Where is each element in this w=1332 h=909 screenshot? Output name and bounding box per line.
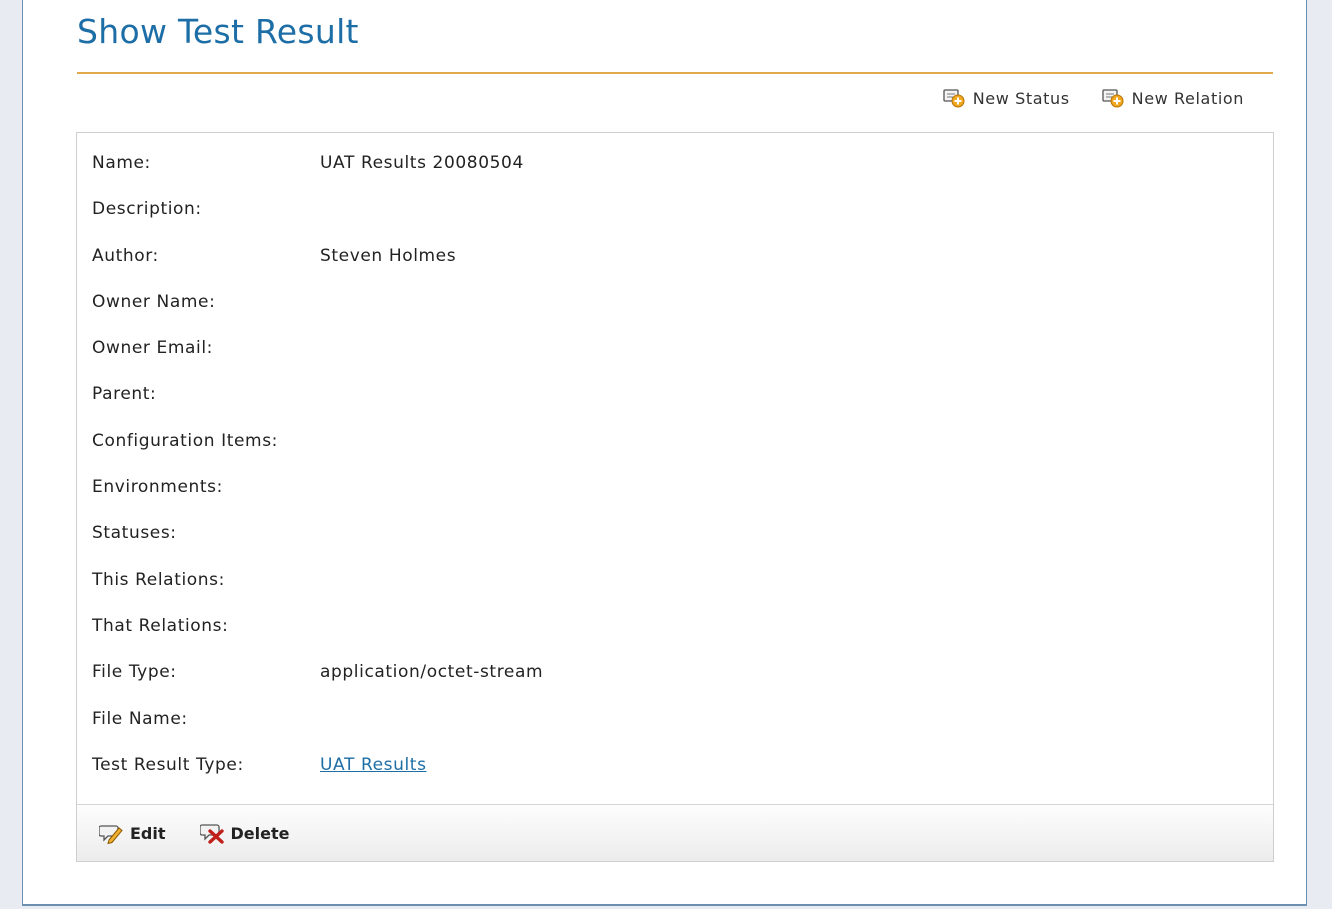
field-row-owner-name: Owner Name:: [92, 292, 1258, 338]
field-row-parent: Parent:: [92, 384, 1258, 430]
field-label: File Type:: [92, 662, 177, 683]
field-label: Statuses:: [92, 523, 177, 544]
field-row-author: Author: Steven Holmes: [92, 246, 1258, 292]
edit-button[interactable]: Edit: [99, 822, 166, 844]
field-row-this-relations: This Relations:: [92, 570, 1258, 616]
field-row-file-name: File Name:: [92, 709, 1258, 755]
edit-icon: [99, 822, 125, 844]
new-item-icon: [1102, 88, 1124, 108]
panel-footer: Edit Delete: [77, 804, 1273, 861]
field-label: Environments:: [92, 477, 223, 498]
field-label: Owner Name:: [92, 291, 216, 312]
new-relation-label: New Relation: [1131, 88, 1244, 108]
page: Show Test Result New Status New Relation…: [0, 0, 1332, 909]
field-row-name: Name: UAT Results 20080504: [92, 153, 1258, 199]
title-divider: [77, 72, 1273, 74]
field-label: Parent:: [92, 384, 157, 405]
field-row-configuration-items: Configuration Items:: [92, 431, 1258, 477]
field-row-owner-email: Owner Email:: [92, 338, 1258, 384]
field-row-that-relations: That Relations:: [92, 616, 1258, 662]
field-value: UAT Results: [320, 755, 1258, 775]
field-value: application/octet-stream: [320, 662, 544, 683]
field-row-file-type: File Type: application/octet-stream: [92, 662, 1258, 708]
field-label: Test Result Type:: [92, 754, 244, 775]
field-row-description: Description:: [92, 199, 1258, 245]
edit-label: Edit: [130, 823, 166, 843]
action-bar: New Status New Relation: [943, 88, 1244, 108]
field-row-environments: Environments:: [92, 477, 1258, 523]
field-value: UAT Results 20080504: [320, 153, 524, 173]
field-label: That Relations:: [92, 615, 229, 636]
field-label: Name:: [92, 153, 151, 173]
delete-label: Delete: [230, 823, 290, 843]
field-row-test-result-type: Test Result Type: UAT Results: [92, 755, 1258, 801]
delete-icon: [199, 822, 226, 844]
new-relation-button[interactable]: New Relation: [1102, 88, 1244, 108]
new-status-button[interactable]: New Status: [943, 88, 1070, 108]
field-label: Description:: [92, 199, 202, 220]
field-list: Name: UAT Results 20080504 Description: …: [92, 153, 1258, 801]
field-row-statuses: Statuses:: [92, 523, 1258, 569]
field-label: Configuration Items:: [92, 430, 278, 451]
field-label: File Name:: [92, 708, 188, 729]
new-status-label: New Status: [972, 88, 1070, 108]
page-title: Show Test Result: [77, 12, 359, 51]
delete-button[interactable]: Delete: [199, 822, 290, 844]
field-label: This Relations:: [92, 569, 225, 590]
field-value: Steven Holmes: [320, 245, 457, 266]
field-label: Owner Email:: [92, 338, 214, 359]
details-panel: Name: UAT Results 20080504 Description: …: [76, 132, 1274, 862]
content-frame: Show Test Result New Status New Relation…: [22, 0, 1307, 906]
test-result-type-link[interactable]: UAT Results: [320, 755, 427, 775]
field-label: Author:: [92, 245, 159, 266]
new-item-icon: [943, 88, 965, 108]
